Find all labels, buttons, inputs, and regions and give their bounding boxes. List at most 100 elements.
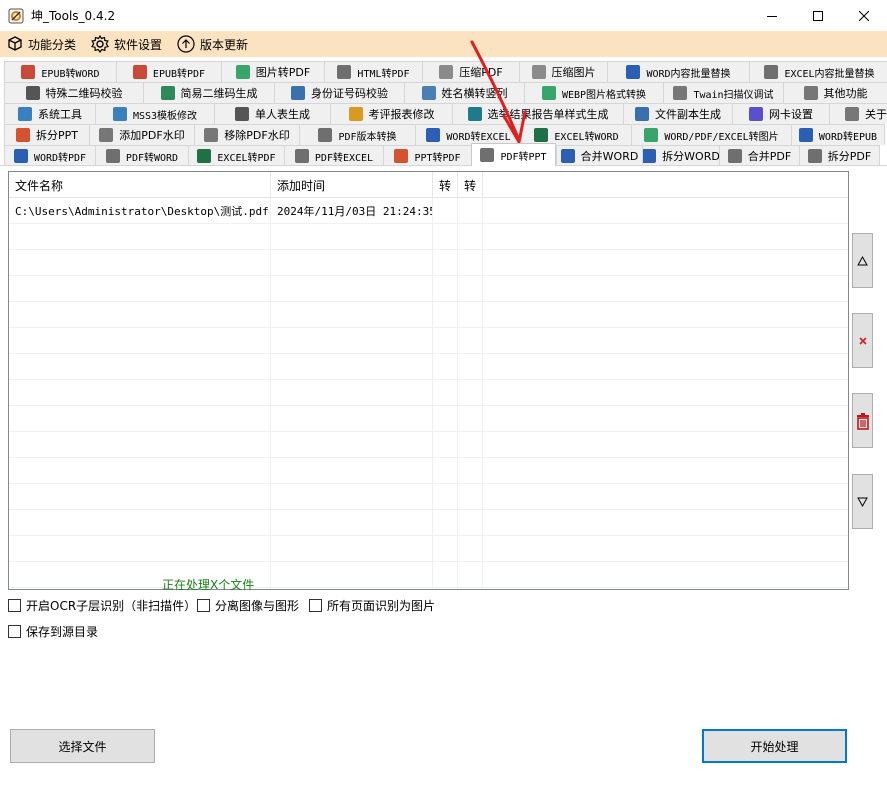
tab-4-6[interactable]: 合并WORD bbox=[556, 145, 642, 166]
menu-function-category[interactable]: 功能分类 bbox=[0, 31, 84, 57]
ocr-label: 开启OCR子层识别（非扫描件） bbox=[26, 599, 197, 613]
tab-label: WEBP图片格式转换 bbox=[561, 89, 647, 101]
menu-software-settings[interactable]: 软件设置 bbox=[84, 31, 170, 57]
clear-list-button[interactable] bbox=[852, 393, 873, 448]
column-header-filename[interactable]: 文件名称 bbox=[9, 172, 271, 198]
tab-1-0[interactable]: 特殊二维码校验 bbox=[4, 82, 143, 103]
tab-3-2[interactable]: 移除PDF水印 bbox=[194, 124, 299, 145]
tab-3-5[interactable]: EXCEL转WORD bbox=[521, 124, 631, 145]
minimize-button[interactable] bbox=[749, 0, 795, 31]
tab-0-1[interactable]: EPUB转PDF bbox=[116, 61, 221, 82]
table-cell bbox=[9, 406, 271, 432]
tab-2-6[interactable]: 网卡设置 bbox=[732, 103, 829, 124]
ocr-option[interactable]: 开启OCR子层识别（非扫描件） bbox=[8, 597, 196, 614]
tab-0-7[interactable]: EXCEL内容批量替换 bbox=[749, 61, 887, 82]
tab-label: WORD转EPUB bbox=[818, 131, 878, 143]
tab-2-4[interactable]: 选举结果报告单样式生成 bbox=[452, 103, 623, 124]
table-cell bbox=[9, 458, 271, 484]
tab-4-4[interactable]: PPT转PDF bbox=[383, 145, 471, 166]
select-files-button[interactable]: 选择文件 bbox=[10, 729, 155, 763]
remove-button[interactable] bbox=[852, 313, 873, 368]
tab-label: PDF版本转换 bbox=[338, 131, 397, 143]
table-cell bbox=[483, 224, 848, 250]
column-header-convert-2[interactable]: 转 bbox=[458, 172, 483, 198]
tab-2-7[interactable]: 关于软件 bbox=[829, 103, 887, 124]
maximize-button[interactable] bbox=[795, 0, 841, 31]
all-pages-image-option[interactable]: 所有页面识别为图片 bbox=[309, 597, 435, 614]
tab-2-2[interactable]: 单人表生成 bbox=[214, 103, 330, 124]
tab-0-0[interactable]: EPUB转WORD bbox=[4, 61, 116, 82]
close-icon bbox=[859, 10, 869, 21]
tab-2-3[interactable]: 考评报表修改 bbox=[330, 103, 452, 124]
empty-row bbox=[9, 354, 848, 380]
triangle-up-icon bbox=[857, 255, 868, 265]
table-row[interactable]: C:\Users\Administrator\Desktop\测试.pdf 202… bbox=[9, 198, 848, 224]
close-button[interactable] bbox=[841, 0, 887, 31]
html-icon bbox=[337, 65, 352, 79]
table-cell bbox=[271, 406, 433, 432]
move-down-button[interactable] bbox=[852, 474, 873, 529]
tab-2-1[interactable]: MSS3模板修改 bbox=[95, 103, 214, 124]
excel-icon bbox=[764, 65, 779, 79]
tab-1-5[interactable]: Twain扫描仪调试 bbox=[663, 82, 783, 103]
tab-0-5[interactable]: 压缩图片 bbox=[519, 61, 607, 82]
tab-3-6[interactable]: WORD/PDF/EXCEL转图片 bbox=[631, 124, 791, 145]
tab-3-7[interactable]: WORD转EPUB bbox=[791, 124, 885, 145]
column-header-added-time[interactable]: 添加时间 bbox=[271, 172, 433, 198]
ppt-icon bbox=[394, 149, 409, 163]
tab-4-5[interactable]: PDF转PPT bbox=[471, 143, 556, 166]
table-cell bbox=[9, 224, 271, 250]
tab-4-3[interactable]: PDF转EXCEL bbox=[284, 145, 383, 166]
table-cell bbox=[483, 250, 848, 276]
all-pages-image-checkbox[interactable] bbox=[309, 599, 322, 612]
table-cell bbox=[271, 562, 433, 588]
column-header-convert-1[interactable]: 转 bbox=[433, 172, 458, 198]
tab-4-2[interactable]: EXCEL转PDF bbox=[188, 145, 284, 166]
table-cell bbox=[9, 536, 271, 562]
tab-2-0[interactable]: 系统工具 bbox=[4, 103, 95, 124]
tab-4-0[interactable]: WORD转PDF bbox=[4, 145, 95, 166]
move-up-button[interactable] bbox=[852, 233, 873, 288]
tab-label: PDF转WORD bbox=[125, 152, 179, 164]
separate-graphics-option[interactable]: 分离图像与图形 bbox=[197, 597, 299, 614]
separate-graphics-checkbox[interactable] bbox=[197, 599, 210, 612]
word-icon bbox=[13, 149, 28, 163]
tab-label: EXCEL内容批量替换 bbox=[784, 68, 875, 80]
tab-0-6[interactable]: WORD内容批量替换 bbox=[607, 61, 749, 82]
ocr-checkbox[interactable] bbox=[8, 599, 21, 612]
tab-2-5[interactable]: 文件副本生成 bbox=[623, 103, 732, 124]
tab-3-1[interactable]: 添加PDF水印 bbox=[89, 124, 194, 145]
table-cell bbox=[271, 276, 433, 302]
tab-label: 系统工具 bbox=[38, 108, 82, 121]
table-cell bbox=[483, 484, 848, 510]
menu-version-update[interactable]: 版本更新 bbox=[170, 31, 256, 57]
file-list[interactable]: 文件名称 添加时间 转 转 C:\Users\Administrator\Des… bbox=[8, 171, 849, 590]
tab-4-7[interactable]: 拆分WORD bbox=[642, 145, 719, 166]
tab-label: PPT转PDF bbox=[414, 152, 461, 164]
tab-4-1[interactable]: PDF转WORD bbox=[95, 145, 188, 166]
empty-row bbox=[9, 302, 848, 328]
tab-1-3[interactable]: 姓名横转竖列 bbox=[404, 82, 524, 103]
save-to-source-checkbox[interactable] bbox=[8, 625, 21, 638]
tab-3-4[interactable]: WORD转EXCEL bbox=[415, 124, 521, 145]
tab-3-3[interactable]: PDF版本转换 bbox=[299, 124, 415, 145]
tab-4-8[interactable]: 合并PDF bbox=[719, 145, 799, 166]
tab-0-4[interactable]: 压缩PDF bbox=[422, 61, 519, 82]
tab-0-2[interactable]: 图片转PDF bbox=[221, 61, 324, 82]
save-to-source-option[interactable]: 保存到源目录 bbox=[8, 623, 98, 640]
tab-label: WORD内容批量替换 bbox=[646, 68, 731, 80]
tab-1-4[interactable]: WEBP图片格式转换 bbox=[524, 82, 663, 103]
x-icon bbox=[858, 336, 867, 345]
menu-label: 软件设置 bbox=[114, 37, 163, 52]
tab-4-9[interactable]: 拆分PDF bbox=[799, 145, 880, 166]
tab-label: 姓名横转竖列 bbox=[441, 87, 508, 100]
tab-3-0[interactable]: 拆分PPT bbox=[4, 124, 89, 145]
tab-label: 考评报表修改 bbox=[368, 108, 435, 121]
start-processing-button[interactable]: 开始处理 bbox=[702, 729, 847, 763]
excel-icon bbox=[534, 128, 549, 142]
tab-1-1[interactable]: 简易二维码生成 bbox=[143, 82, 274, 103]
table-cell bbox=[458, 224, 483, 250]
tab-1-2[interactable]: 身份证号码校验 bbox=[274, 82, 404, 103]
tab-0-3[interactable]: HTML转PDF bbox=[324, 61, 422, 82]
tab-1-6[interactable]: 其他功能 bbox=[783, 82, 887, 103]
